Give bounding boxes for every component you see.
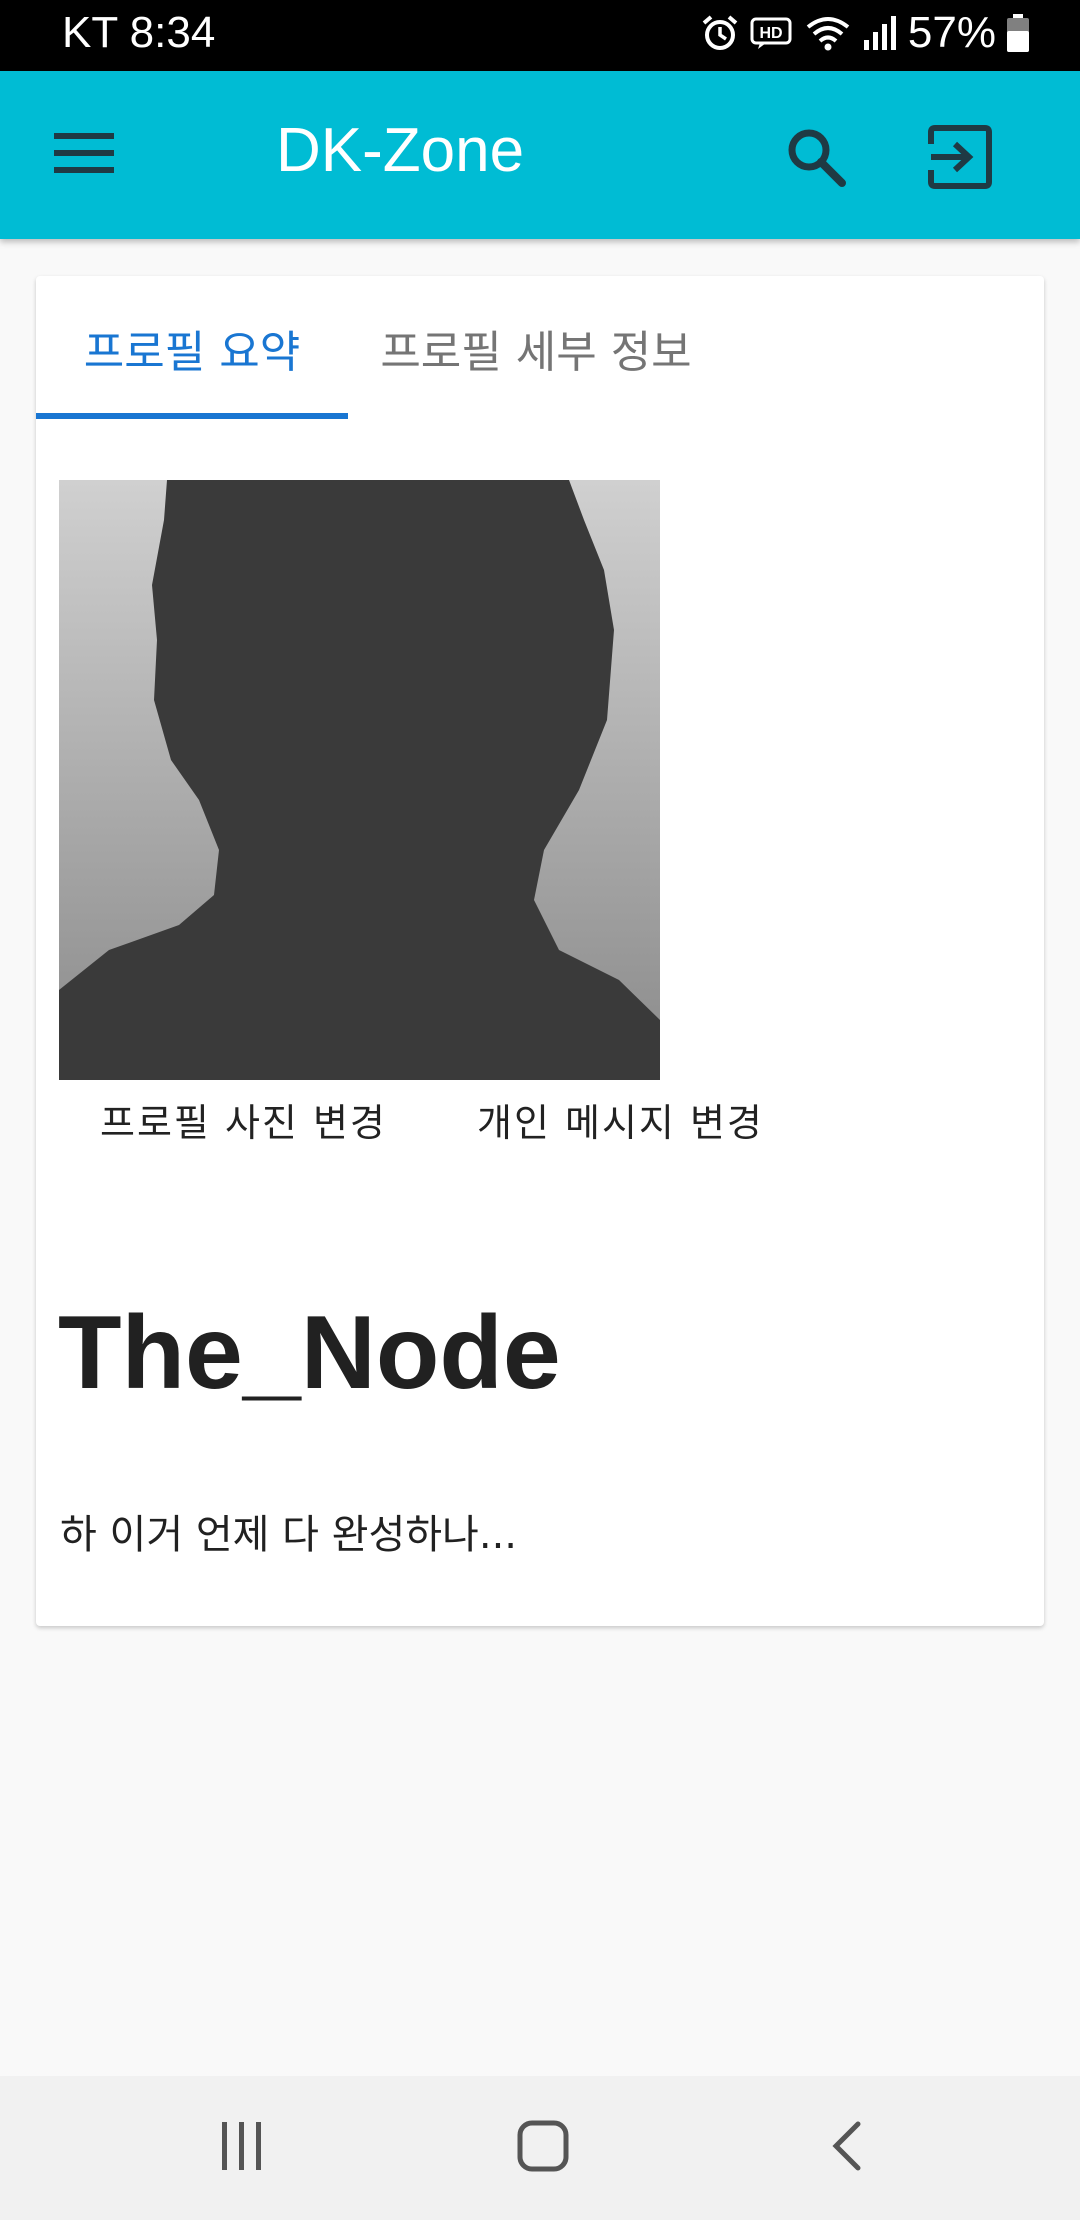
recent-apps-icon [218,2120,266,2176]
app-title: DK-Zone [276,116,525,185]
logout-button[interactable] [920,119,1000,199]
app-bar: DK-Zone [0,71,1080,239]
change-message-button[interactable]: 개인 메시지 변경 [477,1092,764,1147]
home-icon [517,2120,569,2176]
status-bar: KT 8:34 HD 57% [0,0,1080,71]
wifi-icon [804,13,852,53]
menu-icon [52,129,116,181]
tab-label: 프로필 세부 정보 [380,327,692,378]
recent-apps-button[interactable] [192,2112,292,2184]
search-icon [784,125,848,193]
battery-icon [1006,13,1030,53]
system-nav-bar [0,2076,1080,2220]
status-icons: HD 57% [700,8,1030,58]
svg-text:HD: HD [759,25,782,42]
home-button[interactable] [493,2112,593,2184]
alarm-icon [700,13,740,53]
carrier-time: KT 8:34 [62,8,216,57]
hd-icon: HD [750,15,794,51]
profile-photo [59,480,660,1080]
tab-profile-details[interactable]: 프로필 세부 정보 [348,276,724,420]
search-button[interactable] [776,119,856,199]
username: The_Node [58,1295,561,1411]
tab-label: 프로필 요약 [83,327,301,378]
tab-profile-summary[interactable]: 프로필 요약 [36,276,348,420]
logout-icon [927,124,993,194]
signal-icon [862,14,898,52]
battery-percent: 57% [907,8,996,57]
back-icon [828,2120,864,2176]
status-message: 하 이거 언제 다 완성하나... [60,1512,518,1558]
profile-card: 프로필 요약 프로필 세부 정보 프로필 사진 변경 개인 메시지 변경 The… [36,276,1044,1626]
tab-indicator [36,413,348,419]
profile-tabs: 프로필 요약 프로필 세부 정보 [36,276,1044,420]
back-button[interactable] [796,2112,896,2184]
change-photo-button[interactable]: 프로필 사진 변경 [100,1092,387,1147]
menu-button[interactable] [44,123,124,187]
